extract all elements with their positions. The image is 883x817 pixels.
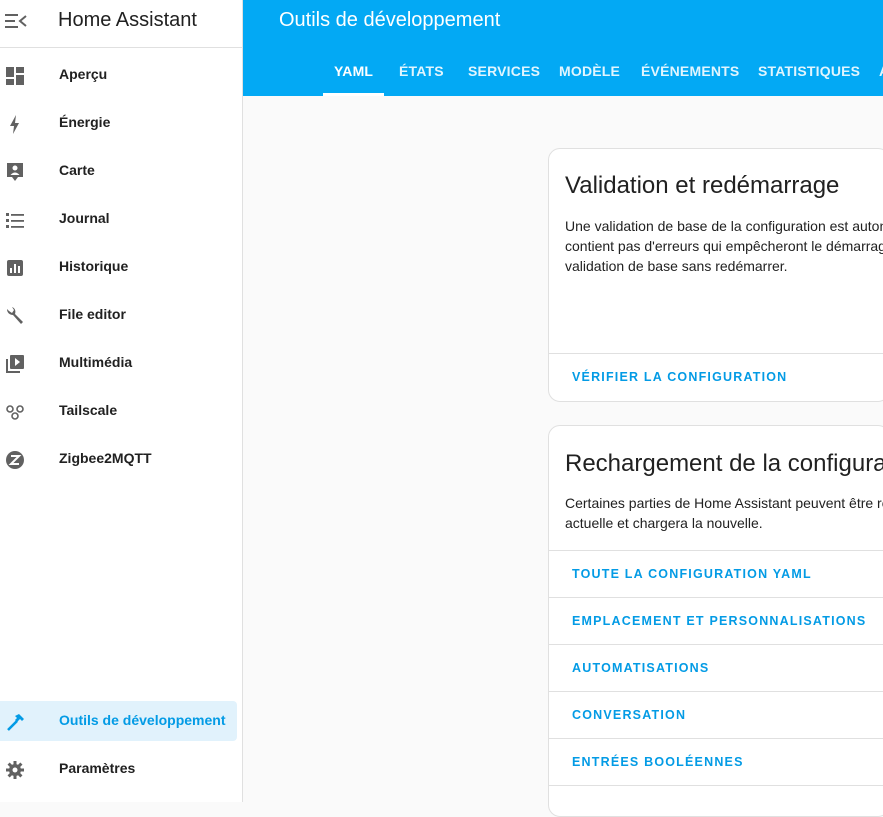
sidebar-item-energie[interactable]: Énergie xyxy=(0,103,242,143)
reload-automations-button[interactable]: AUTOMATISATIONS xyxy=(572,661,709,675)
hammer-icon xyxy=(7,714,24,731)
reload-conversation-button[interactable]: CONVERSATION xyxy=(572,708,686,722)
card-title: Validation et redémarrage xyxy=(565,172,840,199)
sidebar-item-apercu[interactable]: Aperçu xyxy=(0,55,242,95)
tab-services[interactable]: SERVICES xyxy=(468,63,540,79)
sidebar-item-label: Énergie xyxy=(59,114,111,130)
tab-indicator xyxy=(323,93,384,96)
tab-statistiques[interactable]: STATISTIQUES xyxy=(758,63,860,79)
gear-icon xyxy=(6,761,24,779)
wrench-icon xyxy=(7,307,23,324)
sidebar-item-historique[interactable]: Historique xyxy=(0,247,242,287)
tab-modele[interactable]: MODÈLE xyxy=(559,63,620,79)
sidebar-item-dev-tools[interactable]: Outils de développement xyxy=(0,701,237,741)
sidebar-item-label: Historique xyxy=(59,258,129,274)
reload-card: Rechargement de la configurat Certaines … xyxy=(548,425,883,817)
reload-item[interactable]: AUTOMATISATIONS xyxy=(549,644,883,691)
card-title: Rechargement de la configurat xyxy=(565,450,883,477)
sidebar: Home Assistant Aperçu Énergie Carte Jour… xyxy=(0,0,243,802)
validation-card: Validation et redémarrage Une validation… xyxy=(548,148,883,402)
sidebar-item-label: Outils de développement xyxy=(59,712,226,728)
text-line: actuelle et chargera la nouvelle. xyxy=(565,515,763,531)
sidebar-item-label: Journal xyxy=(59,210,110,226)
tab-evenements[interactable]: ÉVÉNEMENTS xyxy=(641,63,739,79)
sidebar-item-file-editor[interactable]: File editor xyxy=(0,295,242,335)
sidebar-item-parametres[interactable]: Paramètres xyxy=(0,749,242,789)
reload-item[interactable]: ENTRÉES BOOLÉENNES xyxy=(549,738,883,785)
card-description: Certaines parties de Home Assistant peuv… xyxy=(565,493,883,533)
check-config-button[interactable]: VÉRIFIER LA CONFIGURATION xyxy=(572,370,787,384)
sidebar-header: Home Assistant xyxy=(0,0,242,48)
tailscale-icon xyxy=(6,405,24,420)
list-icon xyxy=(6,213,24,228)
reload-yaml-button[interactable]: TOUTE LA CONFIGURATION YAML xyxy=(572,567,812,581)
text-line: validation de base sans redémarrer. xyxy=(565,258,788,274)
app-title: Home Assistant xyxy=(58,9,197,31)
sidebar-item-journal[interactable]: Journal xyxy=(0,199,242,239)
top-header: Outils de développement YAML ÉTATS SERVI… xyxy=(243,0,883,96)
reload-item[interactable]: TOUTE LA CONFIGURATION YAML xyxy=(549,550,883,597)
dashboard-icon xyxy=(6,67,24,85)
sidebar-item-label: Tailscale xyxy=(59,402,118,418)
reload-item[interactable]: CONVERSATION xyxy=(549,691,883,738)
menu-collapse-icon[interactable] xyxy=(5,12,27,30)
reload-item[interactable] xyxy=(549,785,883,816)
reload-location-button[interactable]: EMPLACEMENT ET PERSONNALISATIONS xyxy=(572,614,866,628)
sidebar-item-zigbee2mqtt[interactable]: Zigbee2MQTT xyxy=(0,439,242,479)
sidebar-item-carte[interactable]: Carte xyxy=(0,151,242,191)
chart-box-icon xyxy=(7,260,23,276)
tab-yaml[interactable]: YAML xyxy=(334,63,373,79)
tab-more[interactable]: A xyxy=(879,63,883,79)
tab-etats[interactable]: ÉTATS xyxy=(399,63,444,79)
card-divider xyxy=(549,353,883,354)
play-box-multiple-icon xyxy=(6,355,24,373)
page-title: Outils de développement xyxy=(279,9,501,31)
reload-item[interactable]: EMPLACEMENT ET PERSONNALISATIONS xyxy=(549,597,883,644)
reload-input-boolean-button[interactable]: ENTRÉES BOOLÉENNES xyxy=(572,755,744,769)
card-description: Une validation de base de la configurati… xyxy=(565,216,883,276)
sidebar-item-label: Zigbee2MQTT xyxy=(59,450,152,466)
text-line: Une validation de base de la configurati… xyxy=(565,218,883,234)
sidebar-item-label: Aperçu xyxy=(59,66,108,82)
sidebar-item-label: Multimédia xyxy=(59,354,133,370)
sidebar-item-label: File editor xyxy=(59,306,126,322)
sidebar-item-multimedia[interactable]: Multimédia xyxy=(0,343,242,383)
sidebar-item-tailscale[interactable]: Tailscale xyxy=(0,391,242,431)
sidebar-item-label: Paramètres xyxy=(59,760,136,776)
map-account-icon xyxy=(7,163,23,181)
text-line: contient pas d'erreurs qui empêcheront l… xyxy=(565,238,883,254)
sidebar-item-label: Carte xyxy=(59,162,95,178)
lightning-icon xyxy=(10,115,19,134)
text-line: Certaines parties de Home Assistant peuv… xyxy=(565,495,883,511)
zigbee-icon xyxy=(6,451,24,469)
